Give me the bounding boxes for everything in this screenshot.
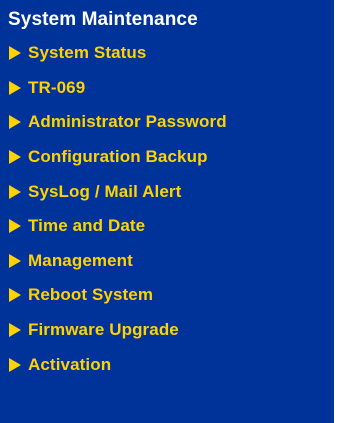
triangle-right-icon	[9, 184, 21, 199]
menu-item-firmware-upgrade[interactable]: Firmware Upgrade	[0, 313, 334, 348]
triangle-right-icon	[9, 219, 21, 234]
triangle-right-icon	[9, 46, 21, 61]
system-maintenance-menu: System Maintenance System Status TR-069 …	[0, 0, 334, 423]
menu-item-label[interactable]: Activation	[28, 355, 111, 375]
menu-item-management[interactable]: Management	[0, 244, 334, 279]
triangle-right-icon	[9, 288, 21, 303]
menu-item-label[interactable]: TR-069	[28, 78, 85, 98]
menu-list: System Status TR-069 Administrator Passw…	[0, 36, 334, 382]
triangle-right-icon	[9, 115, 21, 130]
menu-title: System Maintenance	[8, 9, 198, 30]
menu-item-label[interactable]: Firmware Upgrade	[28, 320, 179, 340]
menu-item-configuration-backup[interactable]: Configuration Backup	[0, 140, 334, 175]
menu-item-label[interactable]: Configuration Backup	[28, 147, 208, 167]
triangle-right-icon	[9, 150, 21, 165]
triangle-right-icon	[9, 357, 21, 372]
menu-item-tr-069[interactable]: TR-069	[0, 71, 334, 106]
menu-item-label[interactable]: Administrator Password	[28, 112, 227, 132]
menu-item-administrator-password[interactable]: Administrator Password	[0, 105, 334, 140]
menu-item-reboot-system[interactable]: Reboot System	[0, 278, 334, 313]
menu-item-activation[interactable]: Activation	[0, 347, 334, 382]
menu-item-syslog-mail-alert[interactable]: SysLog / Mail Alert	[0, 174, 334, 209]
menu-item-time-and-date[interactable]: Time and Date	[0, 209, 334, 244]
menu-item-label[interactable]: Management	[28, 251, 133, 271]
menu-item-label[interactable]: Time and Date	[28, 216, 145, 236]
triangle-right-icon	[9, 80, 21, 95]
triangle-right-icon	[9, 323, 21, 338]
menu-item-system-status[interactable]: System Status	[0, 36, 334, 71]
triangle-right-icon	[9, 253, 21, 268]
menu-item-label[interactable]: Reboot System	[28, 285, 153, 305]
menu-item-label[interactable]: System Status	[28, 43, 146, 63]
menu-item-label[interactable]: SysLog / Mail Alert	[28, 182, 181, 202]
